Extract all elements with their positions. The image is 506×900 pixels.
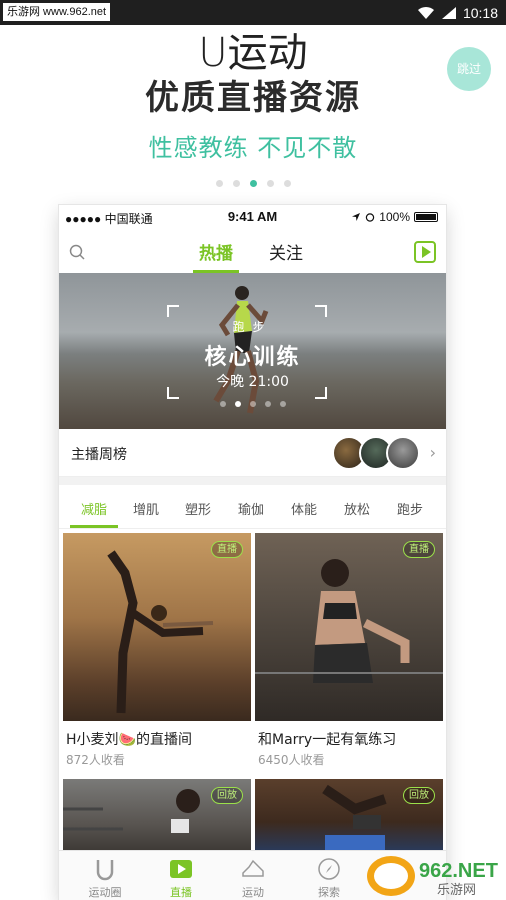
tabbar-item-sport[interactable]: 运动 xyxy=(221,851,285,900)
ios-status-bar: ●●●●● 中国联通 9:41 AM 100% xyxy=(59,205,446,229)
tabbar-item-circle[interactable]: 运动圈 xyxy=(73,851,137,900)
category-tab-4[interactable]: 体能 xyxy=(291,499,317,518)
shoe-icon xyxy=(242,859,264,877)
battery-percent: 100% xyxy=(379,210,410,224)
tab-hot[interactable]: 热播 xyxy=(193,239,239,273)
battery-icon xyxy=(414,212,438,222)
banner-dot xyxy=(279,401,286,407)
live-badge: 直播 xyxy=(211,541,243,558)
ranking-avatars xyxy=(332,436,422,470)
search-icon[interactable] xyxy=(69,244,85,260)
banner-title: 核心训练 xyxy=(204,345,301,370)
banner-dot xyxy=(219,401,226,407)
card-title: H小麦刘🍉的直播间 xyxy=(66,732,192,748)
phone-mockup: ●●●●● 中国联通 9:41 AM 100% 热播 关注 跑步 核心训练 今晚… xyxy=(59,205,446,900)
compass-icon xyxy=(318,858,340,880)
banner-dot xyxy=(249,401,256,407)
section-divider xyxy=(59,477,446,485)
live-card[interactable]: 直播 和Marry一起有氧练习 6450人收看 xyxy=(255,533,443,769)
avatar xyxy=(386,436,420,470)
tabbar-label: 直播 xyxy=(170,886,192,899)
replay-badge: 回放 xyxy=(211,787,243,804)
card-thumbnail xyxy=(63,533,251,721)
wifi-icon xyxy=(417,6,434,19)
page-dot xyxy=(266,180,274,187)
card-thumbnail xyxy=(255,533,443,721)
tabbar-label: 探索 xyxy=(318,886,340,899)
yoga-figure xyxy=(107,550,214,714)
tabbar-label: 运动 xyxy=(242,886,264,899)
tabbar-label: 运动圈 xyxy=(88,886,122,899)
card-title: 和Marry一起有氧练习 xyxy=(258,732,397,748)
promo-subline: 性感教练 不见不散 xyxy=(148,134,358,162)
banner-dot-active xyxy=(234,401,241,407)
page-dot xyxy=(283,180,291,187)
alarm-icon xyxy=(366,213,375,222)
signal-icon xyxy=(441,6,456,19)
category-tab-0[interactable]: 减脂 xyxy=(81,499,107,518)
category-tabs: 减脂 增肌 塑形 瑜伽 体能 放松 跑步 xyxy=(59,485,446,529)
system-clock: 10:18 xyxy=(462,4,498,21)
top-navigation: 热播 关注 xyxy=(59,231,446,273)
athlete-figure xyxy=(255,559,443,683)
tabbar-item-live[interactable]: 直播 xyxy=(149,851,213,900)
page-dot xyxy=(232,180,240,187)
live-badge: 直播 xyxy=(403,541,435,558)
site-logo-watermark: 962.NET 乐游网 xyxy=(367,856,498,898)
tab-follow[interactable]: 关注 xyxy=(269,239,303,264)
category-tab-2[interactable]: 塑形 xyxy=(185,499,211,518)
chevron-right-icon: › xyxy=(429,443,436,462)
category-active-underline xyxy=(70,525,118,528)
watermark-text: 962.NET xyxy=(419,860,498,882)
page-dot xyxy=(215,180,223,187)
play-icon xyxy=(170,860,192,878)
site-watermark: 乐游网 www.962.net xyxy=(3,3,111,21)
card-viewers: 6450人收看 xyxy=(258,753,325,767)
category-tab-6[interactable]: 跑步 xyxy=(397,499,423,518)
featured-banner[interactable]: 跑步 核心训练 今晚 21:00 xyxy=(59,273,446,429)
live-card[interactable]: 直播 H小麦刘🍉的直播间 872人收看 xyxy=(63,533,251,769)
location-arrow-icon xyxy=(352,213,361,221)
replay-card[interactable]: 回放 xyxy=(255,779,443,851)
category-tab-5[interactable]: 放松 xyxy=(344,499,370,518)
u-logo-icon xyxy=(96,860,114,881)
banner-dot xyxy=(264,401,271,407)
replay-badge: 回放 xyxy=(403,787,435,804)
category-tab-3[interactable]: 瑜伽 xyxy=(238,499,264,518)
promo-page-indicator xyxy=(0,180,506,187)
promo-headline: 优质直播资源 xyxy=(145,78,361,118)
banner-category: 跑步 xyxy=(232,320,273,334)
watermark-sub: 乐游网 xyxy=(437,883,476,898)
weekly-ranking-row[interactable]: 主播周榜 › xyxy=(59,429,446,477)
card-viewers: 872人收看 xyxy=(66,753,125,767)
category-tab-1[interactable]: 增肌 xyxy=(133,499,159,518)
ranking-label: 主播周榜 xyxy=(71,447,127,463)
video-play-icon[interactable] xyxy=(414,241,436,263)
replay-card[interactable]: 回放 xyxy=(63,779,251,851)
banner-page-indicator xyxy=(59,401,446,407)
tabbar-item-explore[interactable]: 探索 xyxy=(297,851,361,900)
banner-time: 今晚 21:00 xyxy=(216,374,289,390)
page-dot-active xyxy=(249,180,257,187)
skip-button[interactable]: 跳过 xyxy=(447,47,491,91)
